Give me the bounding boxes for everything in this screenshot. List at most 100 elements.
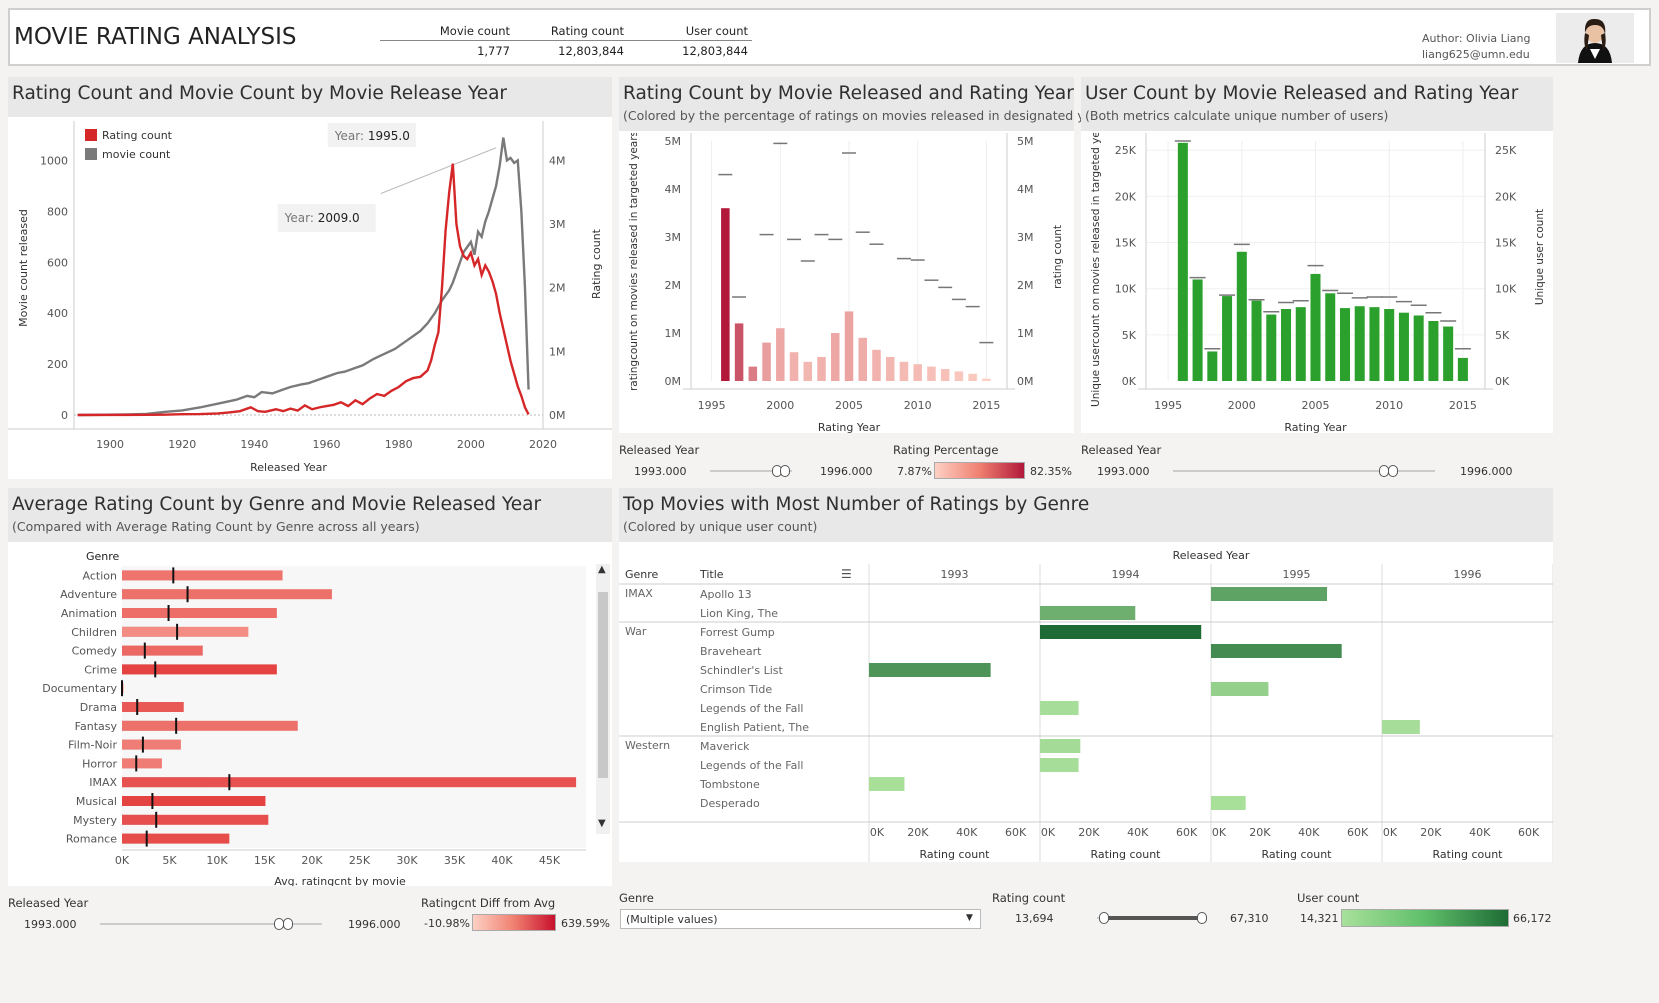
x-tick-label: 0K: [1383, 826, 1398, 839]
p2-released-year-label: Released Year: [619, 443, 700, 457]
bar-2003: [1281, 309, 1292, 381]
slider-handle-high[interactable]: [1388, 465, 1398, 477]
bar-2007: [1339, 308, 1350, 381]
y-tick-label: 800: [47, 205, 68, 218]
bar-Action: [122, 570, 283, 581]
x-tick-label: 60K: [1005, 826, 1027, 839]
rating-pct-max: 82.35%: [1030, 465, 1072, 478]
y-tick-label: 1000: [40, 154, 68, 167]
x-tick-label: 2005: [835, 399, 863, 412]
bar-1996: [721, 208, 730, 381]
x-tick-label: 1940: [240, 438, 268, 451]
genre-filter-dropdown[interactable]: (Multiple values) ▼: [620, 909, 981, 929]
x-tick-label: 2010: [1375, 399, 1403, 412]
p3-released-year-slider[interactable]: [1173, 465, 1435, 477]
y-tick-label: 3M: [665, 231, 682, 244]
x-tick-label: 2015: [972, 399, 1000, 412]
bar-2014: [1443, 326, 1454, 381]
bar-2000: [776, 328, 785, 381]
y-tick-label: 0K: [1122, 375, 1137, 388]
scroll-down-arrow[interactable]: ▼: [598, 818, 606, 829]
slider-handle-high[interactable]: [283, 918, 293, 930]
x-axis-title: Rating Year: [818, 421, 881, 433]
x-tick-label: 45K: [539, 854, 561, 867]
p2-released-year-min: 1993.000: [634, 465, 687, 478]
bar-2008: [885, 357, 895, 381]
bar-2009: [1369, 307, 1380, 381]
year-header-1995: 1995: [1283, 568, 1311, 581]
genre-label-Adventure: Adventure: [60, 588, 117, 601]
kpi-value-user-count: 12,803,844: [682, 44, 748, 58]
bar-IMAX: [122, 777, 577, 788]
bar-2015: [1457, 357, 1468, 381]
x-tick-label: 1995: [698, 399, 726, 412]
panel3-title: User Count by Movie Released and Rating …: [1085, 83, 1519, 104]
y2-tick-label: 15K: [1495, 237, 1517, 250]
bar-2006: [858, 337, 867, 381]
bar-2010: [913, 364, 922, 381]
y-tick-label: 4M: [665, 183, 682, 196]
scroll-thumb[interactable]: [598, 592, 608, 778]
panel-avg-rating-count-by-genre: Average Rating Count by Genre and Movie …: [8, 488, 612, 886]
genre-cell-Western: Western: [625, 739, 670, 752]
y-tick-label: 10K: [1115, 283, 1137, 296]
slider-handle-low[interactable]: [1099, 912, 1109, 924]
author-name: Olivia Liang: [1466, 32, 1531, 45]
x-tick-label: 20K: [1249, 826, 1271, 839]
chevron-down-icon[interactable]: ▼: [966, 913, 973, 923]
x-tick-label: 1995: [1154, 399, 1182, 412]
p4-released-year-min: 1993.000: [24, 918, 77, 931]
p4-released-year-max: 1996.000: [348, 918, 401, 931]
p2-released-year-slider[interactable]: [710, 465, 792, 477]
bar-2001: [789, 352, 799, 381]
bar-Horror: [122, 758, 162, 769]
bar-Musical: [122, 796, 266, 806]
kpi-header-movie-count: Movie count: [439, 24, 510, 38]
columns-header: Released Year: [1173, 549, 1250, 562]
author-line: Author: Olivia Liang: [1422, 32, 1531, 45]
bar-Desperado: [1211, 796, 1246, 810]
bar-Forrest Gump: [1040, 625, 1202, 639]
y-axis-title: ratingcount on movies released in target…: [628, 133, 640, 391]
y2-axis-title: rating count: [1052, 225, 1064, 289]
genre-filter-label: Genre: [619, 891, 654, 905]
bar-2003: [817, 357, 826, 381]
x-tick-label: 40K: [1469, 826, 1491, 839]
genre-filter-value: (Multiple values): [626, 913, 718, 926]
slider-handle-high[interactable]: [780, 465, 790, 477]
y-tick-label: 1M: [665, 327, 682, 340]
y-tick-label: 5K: [1122, 329, 1137, 342]
rating-count-slider[interactable]: [1097, 912, 1207, 924]
bar-1997: [734, 323, 744, 381]
bar-Drama: [122, 702, 184, 712]
bar-2005: [844, 311, 854, 381]
bar-2005: [1310, 273, 1321, 381]
bar-1996: [1177, 142, 1188, 381]
genre-header: Genre: [625, 568, 659, 581]
y2-tick-label: 2M: [1017, 279, 1034, 292]
panel2-title: Rating Count by Movie Released and Ratin…: [623, 83, 1074, 104]
bar-1998: [1207, 351, 1218, 381]
y2-axis-title: Unique user count: [1534, 209, 1546, 305]
bar-English Patient, The: [1382, 720, 1420, 734]
genre-chart-scrollbar[interactable]: ▲ ▼: [596, 564, 610, 834]
genre-label-Action: Action: [83, 569, 117, 582]
p3-released-year-label: Released Year: [1081, 443, 1162, 457]
bar-2004: [1295, 307, 1306, 381]
bar-Crimson Tide: [1211, 682, 1269, 696]
x-axis-title: Rating count: [1091, 848, 1162, 861]
genre-label-Comedy: Comedy: [72, 645, 118, 658]
panel2-subtitle: (Colored by the percentage of ratings on…: [623, 108, 1110, 123]
x-tick-label: 2015: [1449, 399, 1477, 412]
panel1-title-bar: Rating Count and Movie Count by Movie Re…: [8, 77, 612, 117]
y2-tick-label: 0M: [1017, 375, 1034, 388]
p4-released-year-slider[interactable]: [100, 918, 322, 930]
x-tick-label: 0K: [1212, 826, 1227, 839]
scroll-up-arrow[interactable]: ▲: [598, 564, 606, 575]
bar-1999: [762, 342, 771, 381]
bar-Tombstone: [869, 777, 905, 791]
rating-count-filter-label: Rating count: [992, 891, 1066, 905]
slider-handle-high[interactable]: [1197, 912, 1207, 924]
bar-Lion King, The: [1040, 606, 1136, 620]
bar-2010: [1384, 309, 1395, 381]
